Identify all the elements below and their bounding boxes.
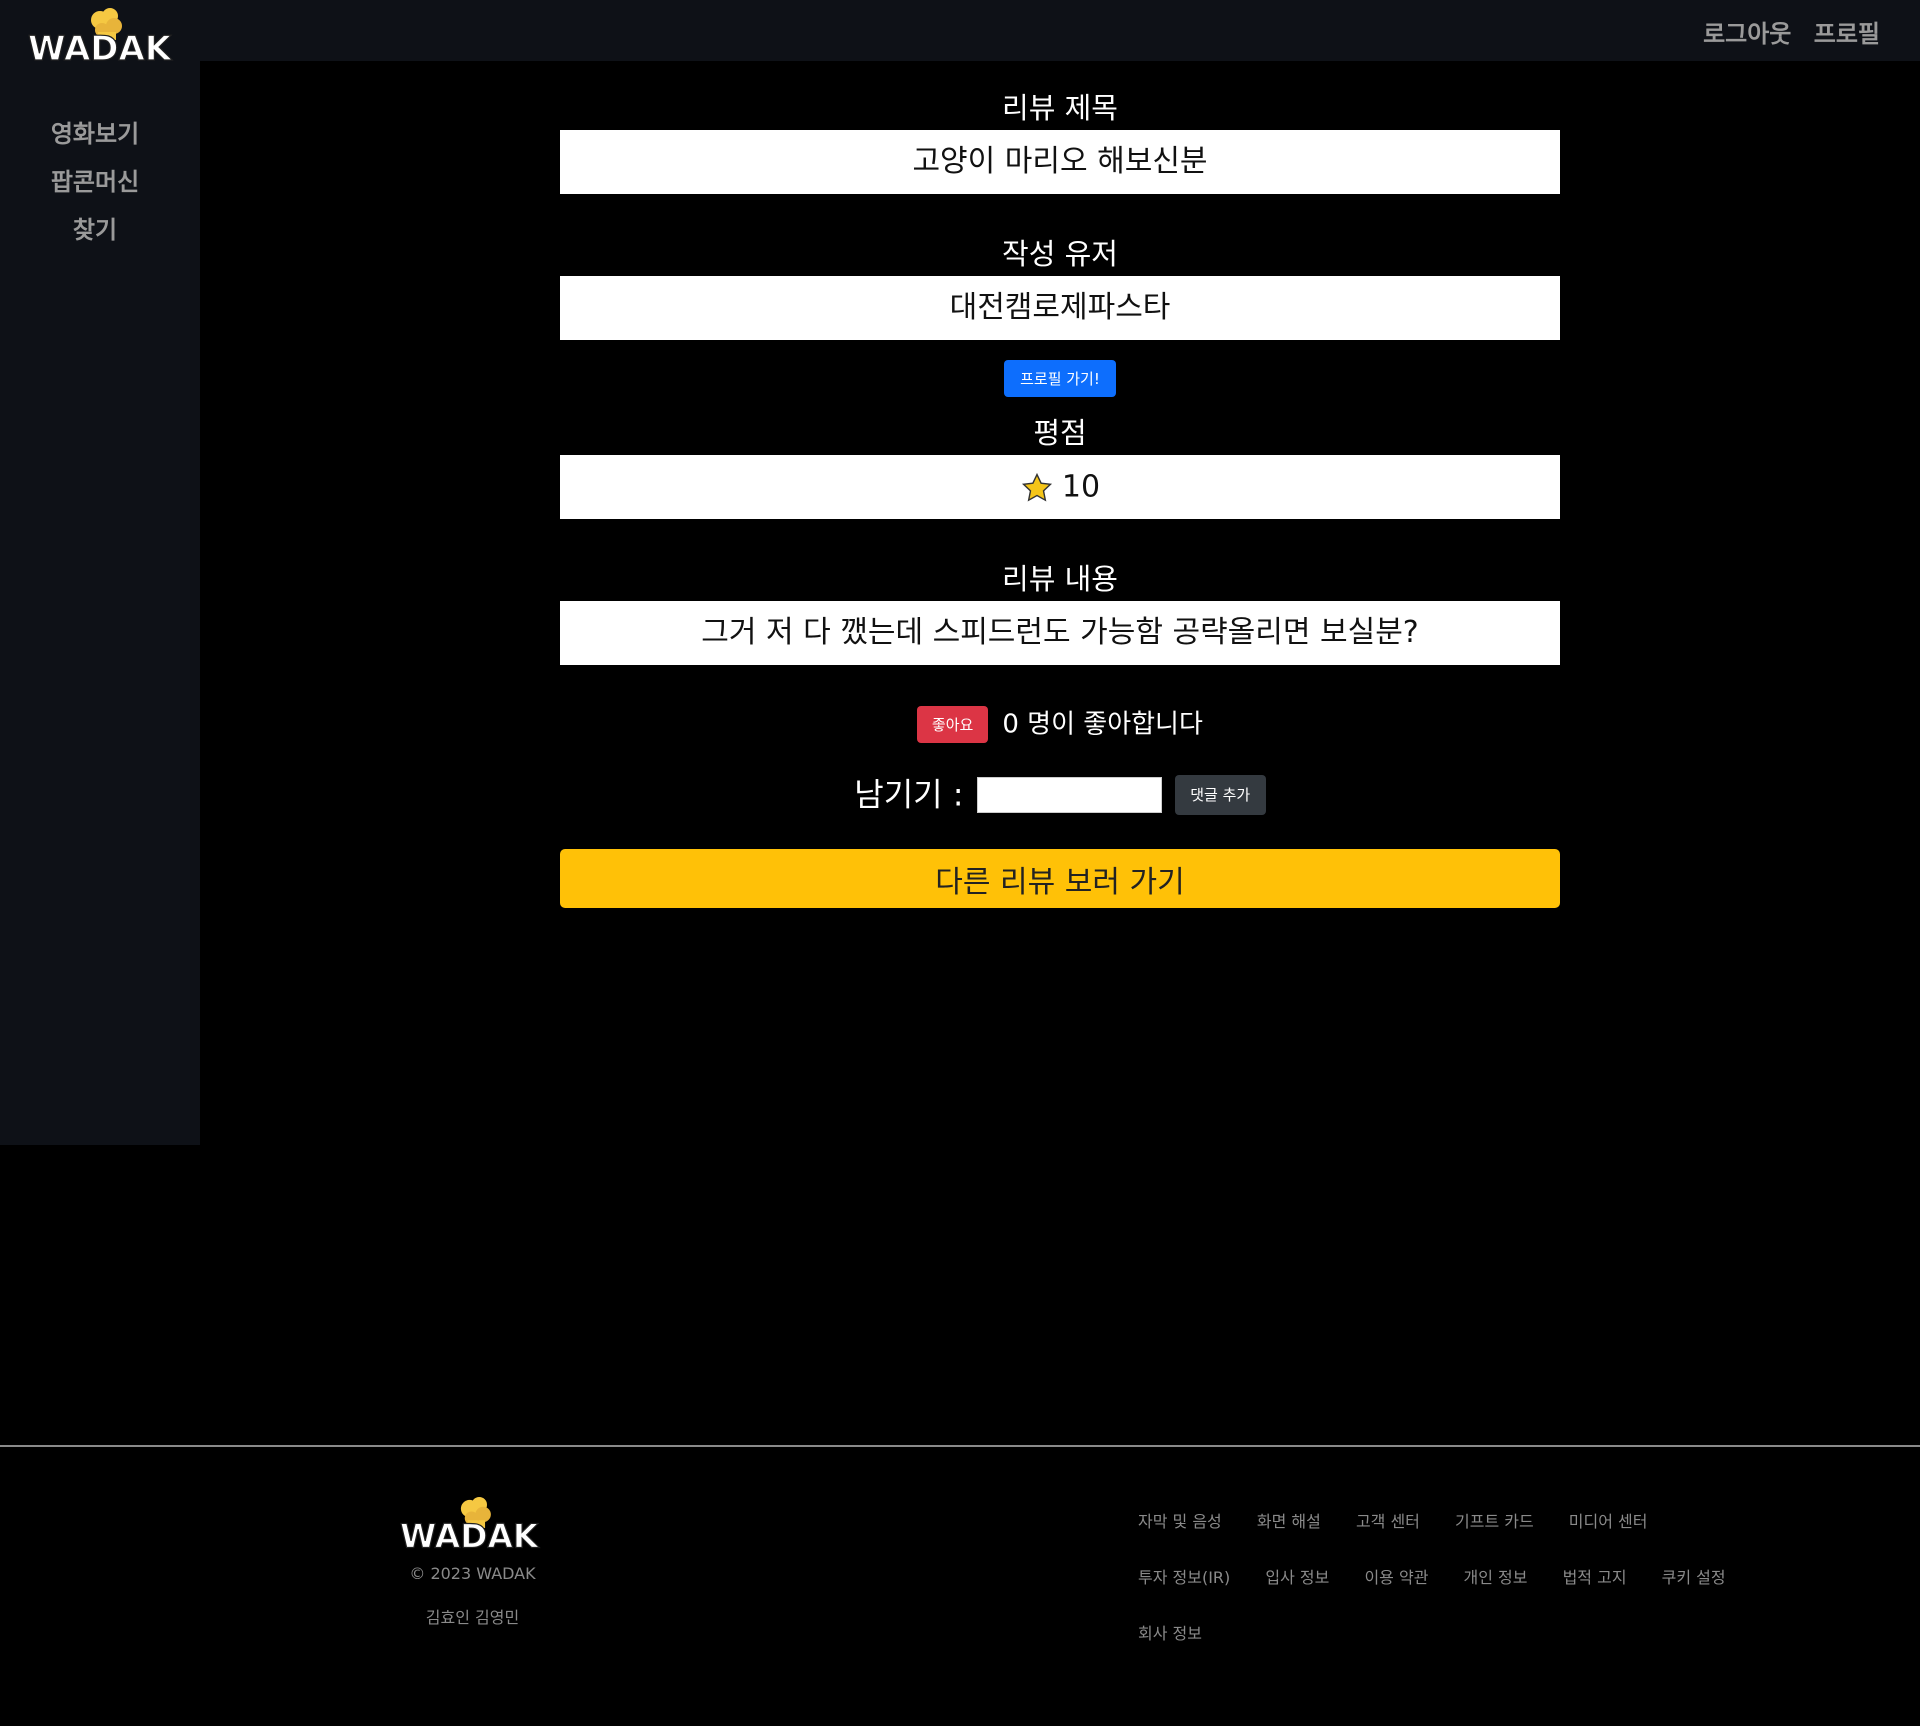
rating-box: 10: [560, 455, 1560, 519]
footer-link-gift-card[interactable]: 기프트 카드: [1455, 1508, 1534, 1532]
footer-divider: [0, 1445, 1920, 1447]
sidebar-item-search[interactable]: 찾기: [0, 206, 190, 254]
other-reviews-button[interactable]: 다른 리뷰 보러 가기: [560, 849, 1560, 908]
sidebar-item-popcorn-machine[interactable]: 팝콘머신: [0, 158, 190, 206]
top-navbar: [0, 0, 1920, 61]
sidebar: WADAK 영화보기 팝콘머신 찾기: [0, 0, 200, 1145]
logo-text: WADAK: [28, 29, 173, 69]
footer-links-row: 자막 및 음성 화면 해설 고객 센터 기프트 카드 미디어 센터: [1138, 1508, 1778, 1564]
wadak-logo[interactable]: WADAK: [28, 6, 178, 72]
footer-names: 김효인 김영민: [425, 1608, 520, 1627]
star-icon: [1021, 472, 1052, 502]
review-content-label: 리뷰 내용: [1002, 562, 1118, 596]
logout-link[interactable]: 로그아웃: [1703, 20, 1791, 48]
footer-link-audio-description[interactable]: 화면 해설: [1257, 1508, 1321, 1532]
footer-copyright: © 2023 WADAK: [409, 1564, 536, 1583]
footer-link-terms[interactable]: 이용 약관: [1364, 1564, 1428, 1588]
comment-input[interactable]: [976, 776, 1162, 813]
review-detail: 리뷰 제목 고양이 마리오 해보신분 작성 유저 대전캠로제파스타 프로필 가기…: [560, 86, 1560, 908]
sidebar-item-movies[interactable]: 영화보기: [0, 110, 190, 158]
footer-links: 자막 및 음성 화면 해설 고객 센터 기프트 카드 미디어 센터 투자 정보(…: [1138, 1508, 1778, 1676]
rating-value: 10: [1061, 469, 1101, 505]
comment-form: 남기기 : 댓글 추가: [560, 773, 1560, 815]
sidebar-nav: 영화보기 팝콘머신 찾기: [0, 110, 190, 254]
footer-link-privacy[interactable]: 개인 정보: [1464, 1564, 1528, 1588]
footer-link-subtitles[interactable]: 자막 및 음성: [1138, 1508, 1222, 1532]
footer-link-legal[interactable]: 법적 고지: [1563, 1564, 1627, 1588]
like-row: 좋아요 0 명이 좋아합니다: [560, 705, 1560, 743]
footer-links-row: 회사 정보: [1138, 1620, 1778, 1676]
comment-label: 남기기 :: [854, 775, 964, 814]
footer-link-investor-relations[interactable]: 투자 정보(IR): [1138, 1564, 1230, 1588]
review-title-value: 고양이 마리오 해보신분: [560, 130, 1560, 194]
footer-link-jobs[interactable]: 입사 정보: [1265, 1564, 1329, 1588]
like-button[interactable]: 좋아요: [917, 706, 989, 743]
footer-links-row: 투자 정보(IR) 입사 정보 이용 약관 개인 정보 법적 고지 쿠키 설정: [1138, 1564, 1778, 1620]
header-links: 로그아웃 프로필: [1689, 14, 1880, 49]
footer-link-company-info[interactable]: 회사 정보: [1138, 1620, 1202, 1644]
author-label: 작성 유저: [1002, 237, 1118, 271]
go-to-profile-button[interactable]: 프로필 가기!: [1004, 360, 1116, 397]
review-content-value: 그거 저 다 깼는데 스피드런도 가능함 공략올리면 보실분?: [560, 601, 1560, 665]
footer-link-cookies[interactable]: 쿠키 설정: [1662, 1564, 1726, 1588]
profile-link[interactable]: 프로필: [1814, 20, 1880, 48]
footer-logo-text: WADAK: [400, 1516, 540, 1555]
footer-link-customer-center[interactable]: 고객 센터: [1356, 1508, 1420, 1532]
like-count-text: 0 명이 좋아합니다: [1002, 709, 1203, 740]
add-comment-button[interactable]: 댓글 추가: [1174, 774, 1266, 815]
review-title-label: 리뷰 제목: [1002, 91, 1118, 125]
rating-label: 평점: [1033, 416, 1087, 450]
footer-wadak-logo[interactable]: WADAK: [400, 1495, 545, 1559]
author-value: 대전캠로제파스타: [560, 276, 1560, 340]
footer-link-media-center[interactable]: 미디어 센터: [1569, 1508, 1648, 1532]
